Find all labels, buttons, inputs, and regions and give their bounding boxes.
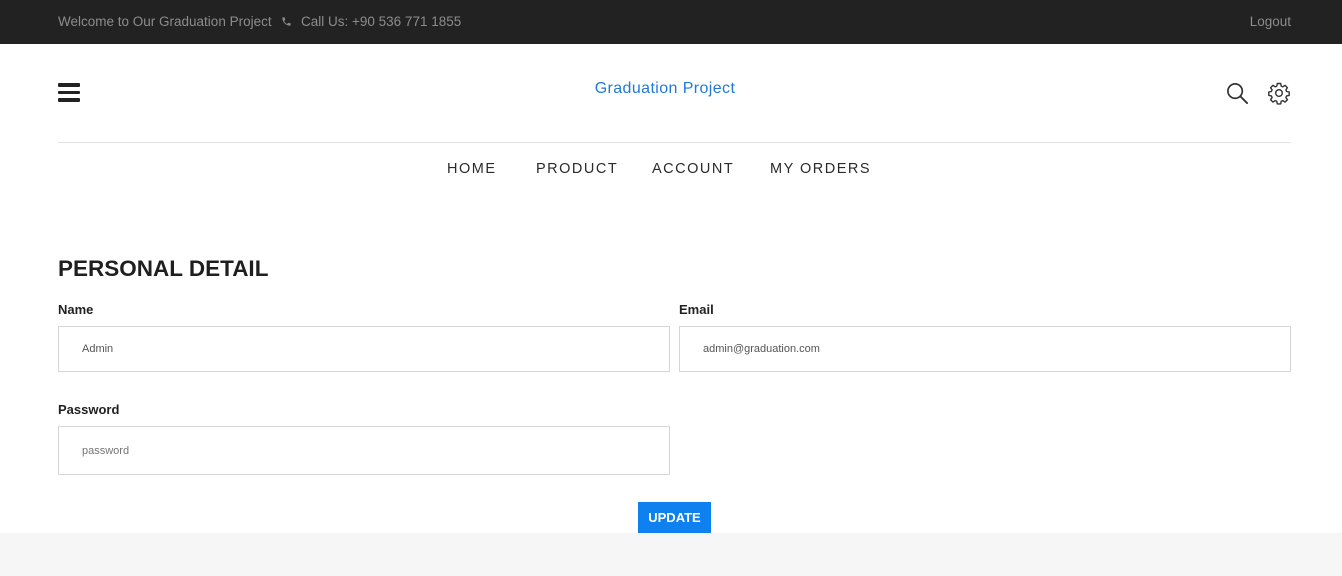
phone-icon [282, 17, 291, 26]
page-title: PERSONAL DETAIL [58, 256, 269, 281]
brand-logo-link[interactable]: Graduation Project [0, 80, 1330, 98]
site-header: Graduation Project [0, 44, 1342, 143]
main-nav: HOME PRODUCT ACCOUNT MY ORDERS [0, 161, 1342, 181]
name-field[interactable] [58, 326, 670, 372]
name-label: Name [58, 302, 94, 317]
password-label: Password [58, 402, 120, 417]
footer-strip [0, 533, 1342, 576]
nav-item-home[interactable]: HOME [447, 161, 497, 177]
email-field[interactable] [679, 326, 1291, 372]
nav-item-product[interactable]: PRODUCT [536, 161, 618, 177]
header-divider [58, 142, 1291, 143]
top-bar: Welcome to Our Graduation Project Call U… [0, 0, 1342, 44]
phone-contact: Call Us: +90 536 771 1855 [281, 14, 461, 29]
email-label: Email [679, 302, 714, 317]
welcome-text: Welcome to Our Graduation Project [58, 14, 272, 29]
nav-item-my-orders[interactable]: MY ORDERS [770, 161, 871, 177]
password-field[interactable] [58, 426, 670, 475]
logout-link[interactable]: Logout [1250, 14, 1291, 29]
phone-text: Call Us: +90 536 771 1855 [301, 14, 462, 29]
search-icon[interactable] [1226, 82, 1249, 110]
nav-item-account[interactable]: ACCOUNT [652, 161, 734, 177]
update-button[interactable]: UPDATE [638, 502, 711, 533]
gear-icon[interactable] [1267, 81, 1291, 110]
